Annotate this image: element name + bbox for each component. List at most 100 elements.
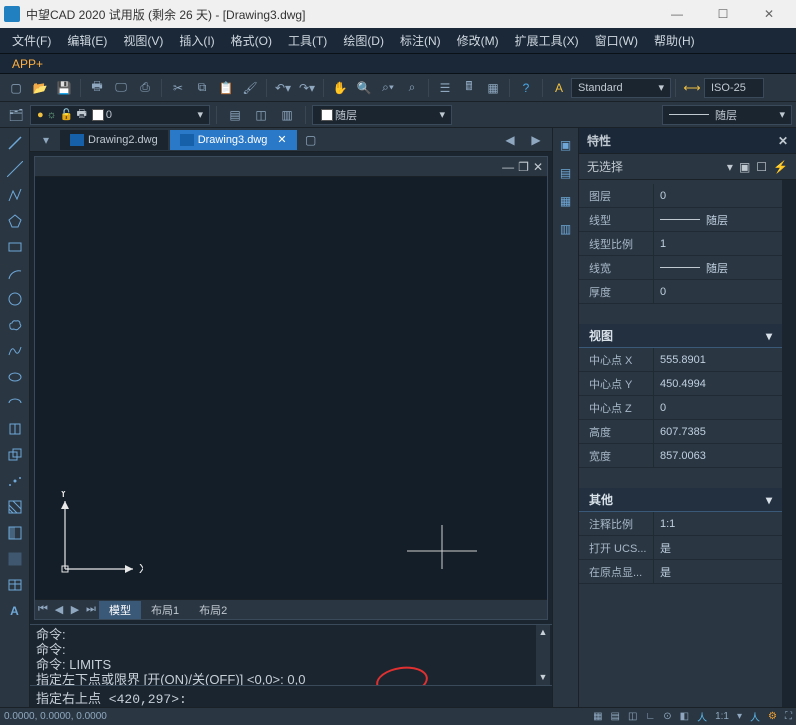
preview-icon[interactable]: 🖵 xyxy=(111,78,131,98)
layout-prev-icon[interactable]: ◀ xyxy=(51,603,67,616)
insert-block-icon[interactable] xyxy=(4,418,26,440)
menu-edit[interactable]: 编辑(E) xyxy=(59,28,115,53)
revcloud-icon[interactable] xyxy=(4,314,26,336)
tool-palette-icon[interactable]: ▥ xyxy=(555,218,577,240)
menu-insert[interactable]: 插入(I) xyxy=(171,28,222,53)
menu-appplus[interactable]: APP+ xyxy=(4,53,51,75)
make-block-icon[interactable] xyxy=(4,444,26,466)
close-doc-icon[interactable]: ✕ xyxy=(533,160,543,174)
prop-ucs-origin[interactable]: 在原点显...是 xyxy=(579,560,782,584)
status-toggle-icon[interactable]: ∟ xyxy=(645,711,655,722)
close-tab-icon[interactable]: ✕ xyxy=(277,133,286,146)
prop-ltscale[interactable]: 线型比例1 xyxy=(579,232,782,256)
status-toggle-icon[interactable]: ▤ xyxy=(611,711,620,722)
close-button[interactable]: ✕ xyxy=(746,0,792,28)
point-icon[interactable] xyxy=(4,470,26,492)
prop-layer[interactable]: 图层0 xyxy=(579,184,782,208)
gradient-icon[interactable] xyxy=(4,522,26,544)
layout-tab-1[interactable]: 布局1 xyxy=(141,601,189,619)
collapse-icon[interactable]: ▾ xyxy=(766,329,772,343)
cut-icon[interactable]: ✂ xyxy=(168,78,188,98)
ellipse-icon[interactable] xyxy=(4,366,26,388)
doc-tab-drawing3[interactable]: Drawing3.dwg ✕ xyxy=(170,130,297,150)
collapse-icon[interactable]: ▾ xyxy=(766,493,772,507)
tab-prev-icon[interactable]: ◀ xyxy=(500,130,520,150)
prop-linetype[interactable]: 线型随层 xyxy=(579,208,782,232)
open-icon[interactable]: 📂 xyxy=(30,78,50,98)
menu-view[interactable]: 视图(V) xyxy=(115,28,171,53)
redo-icon[interactable]: ↷▾ xyxy=(297,78,317,98)
paste-icon[interactable]: 📋 xyxy=(216,78,236,98)
annoscale-value[interactable]: 1:1 xyxy=(715,711,729,722)
status-toggle-icon[interactable]: ▦ xyxy=(593,711,602,722)
props-scrollbar[interactable] xyxy=(782,180,796,707)
layer-mgr-icon[interactable]: 🗂 xyxy=(6,105,26,125)
layout-last-icon[interactable]: ⏭ xyxy=(83,603,99,616)
menu-ext[interactable]: 扩展工具(X) xyxy=(507,28,587,53)
xline-icon[interactable] xyxy=(4,158,26,180)
tab-dropdown-icon[interactable]: ▾ xyxy=(36,130,56,150)
section-other[interactable]: 其他▾ xyxy=(579,488,782,512)
minimize-button[interactable]: — xyxy=(654,0,700,28)
cmd-scrollbar[interactable]: ▲▼ xyxy=(536,625,550,685)
tab-next-icon[interactable]: ▶ xyxy=(526,130,546,150)
menu-window[interactable]: 窗口(W) xyxy=(587,28,646,53)
prop-center-y[interactable]: 中心点 Y450.4994 xyxy=(579,372,782,396)
dim-style-icon[interactable]: ⟷ xyxy=(682,78,702,98)
section-view[interactable]: 视图▾ xyxy=(579,324,782,348)
zoom-prev-icon[interactable]: ⌕ xyxy=(402,78,422,98)
minimize-doc-icon[interactable]: — xyxy=(502,160,514,174)
select-similar-icon[interactable]: ▣ xyxy=(555,134,577,156)
line-icon[interactable] xyxy=(4,132,26,154)
select-objects-icon[interactable]: ☐ xyxy=(756,160,767,174)
layer-prev-icon[interactable]: ◫ xyxy=(251,105,271,125)
drawing-viewport[interactable]: X Y xyxy=(35,177,547,599)
doc-tab-drawing2[interactable]: Drawing2.dwg xyxy=(60,130,168,150)
layout-tab-model[interactable]: 模型 xyxy=(99,601,141,619)
prop-width[interactable]: 宽度857.0063 xyxy=(579,444,782,468)
publish-icon[interactable]: ⎙ xyxy=(135,78,155,98)
circle-icon[interactable] xyxy=(4,288,26,310)
close-panel-icon[interactable]: ✕ xyxy=(778,134,788,148)
annoscale-icon[interactable]: 人 xyxy=(697,709,707,724)
tool-palette-icon[interactable]: ▦ xyxy=(483,78,503,98)
ellipse-arc-icon[interactable] xyxy=(4,392,26,414)
spline-icon[interactable] xyxy=(4,340,26,362)
dim-style-select[interactable]: ISO-25 xyxy=(704,78,764,98)
zoom-win-icon[interactable]: ⌕▾ xyxy=(378,78,398,98)
prop-lineweight[interactable]: 线宽随层 xyxy=(579,256,782,280)
maximize-button[interactable]: ☐ xyxy=(700,0,746,28)
menu-help[interactable]: 帮助(H) xyxy=(646,28,703,53)
polygon-icon[interactable] xyxy=(4,210,26,232)
status-icon[interactable]: 人 xyxy=(750,709,760,724)
selection-dropdown-icon[interactable]: ▾ xyxy=(727,160,733,174)
print-icon[interactable]: 🖶 xyxy=(87,78,107,98)
menu-file[interactable]: 文件(F) xyxy=(4,28,59,53)
prop-center-x[interactable]: 中心点 X555.8901 xyxy=(579,348,782,372)
calc-icon[interactable]: 🖩 xyxy=(459,78,479,98)
prop-center-z[interactable]: 中心点 Z0 xyxy=(579,396,782,420)
menu-modify[interactable]: 修改(M) xyxy=(449,28,507,53)
match-icon[interactable]: 🖌 xyxy=(240,78,260,98)
command-input[interactable]: 指定右上点 <420,297>: xyxy=(30,685,552,707)
prop-height[interactable]: 高度607.7385 xyxy=(579,420,782,444)
text-style-icon[interactable]: A xyxy=(549,78,569,98)
menu-format[interactable]: 格式(O) xyxy=(223,28,280,53)
pan-icon[interactable]: ✋ xyxy=(330,78,350,98)
prop-ucs-on[interactable]: 打开 UCS...是 xyxy=(579,536,782,560)
restore-doc-icon[interactable]: ❐ xyxy=(518,160,529,174)
text-style-select[interactable]: Standard▾ xyxy=(571,78,671,98)
help-icon[interactable]: ? xyxy=(516,78,536,98)
status-toggle-icon[interactable]: ⊙ xyxy=(663,711,671,722)
new-icon[interactable]: ▢ xyxy=(6,78,26,98)
pick-add-icon[interactable]: ⚡ xyxy=(773,160,788,174)
workspace-icon[interactable]: ⚙ xyxy=(768,711,777,722)
new-tab-icon[interactable]: ▢ xyxy=(301,130,321,150)
save-icon[interactable]: 💾 xyxy=(54,78,74,98)
mtext-icon[interactable]: A xyxy=(4,600,26,622)
menu-draw[interactable]: 绘图(D) xyxy=(335,28,392,53)
status-toggle-icon[interactable]: ◧ xyxy=(680,711,689,722)
hatch-icon[interactable] xyxy=(4,496,26,518)
lineweight-select[interactable]: 随层 ▾ xyxy=(662,105,792,125)
layout-next-icon[interactable]: ▶ xyxy=(67,603,83,616)
